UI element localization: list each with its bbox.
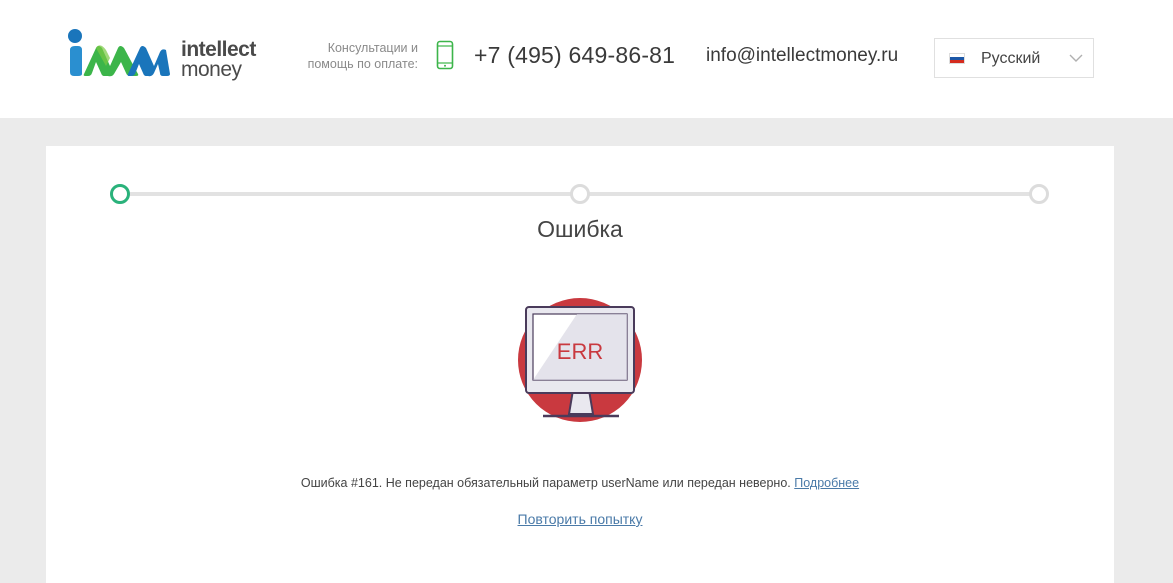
progress-steps — [46, 146, 1114, 216]
error-message-text: Ошибка #161. Не передан обязательный пар… — [300, 476, 791, 490]
support-email[interactable]: info@intellectmoney.ru — [706, 45, 898, 67]
error-screen-text: ERR — [557, 339, 603, 364]
russia-flag-icon — [949, 53, 965, 64]
consultation-line-2: помощь по оплате: — [307, 57, 418, 71]
error-monitor-icon: ERR — [518, 298, 642, 422]
logo-mark-icon — [68, 29, 170, 77]
retry-row: Повторить попытку — [46, 511, 1114, 527]
payment-card: Ошибка ERR Ошибка #161. Не передан обяза… — [46, 146, 1114, 583]
support-phone[interactable]: +7 (495) 649-86-81 — [474, 42, 675, 69]
step-2-dot — [570, 184, 590, 204]
consultation-label: Консультации и помощь по оплате: — [294, 40, 418, 72]
logo-word-money: money — [181, 58, 242, 81]
details-link[interactable]: Подробнее — [794, 476, 859, 490]
step-1-dot — [110, 184, 130, 204]
header: intellect money Консультации и помощь по… — [0, 0, 1173, 118]
error-message: Ошибка #161. Не передан обязательный пар… — [46, 476, 1114, 490]
consultation-line-1: Консультации и — [327, 41, 418, 55]
page-title: Ошибка — [537, 216, 623, 242]
intellectmoney-logo[interactable]: intellect money — [66, 26, 276, 86]
language-label: Русский — [981, 50, 1041, 67]
language-select[interactable]: Русский — [934, 38, 1094, 78]
chevron-down-icon — [1069, 54, 1083, 62]
logo-word-intellect: intellect — [181, 38, 256, 61]
logo-wordmark: intellect money — [181, 38, 256, 81]
smartphone-icon — [436, 40, 454, 70]
retry-link[interactable]: Повторить попытку — [518, 511, 643, 527]
step-3-dot — [1029, 184, 1049, 204]
